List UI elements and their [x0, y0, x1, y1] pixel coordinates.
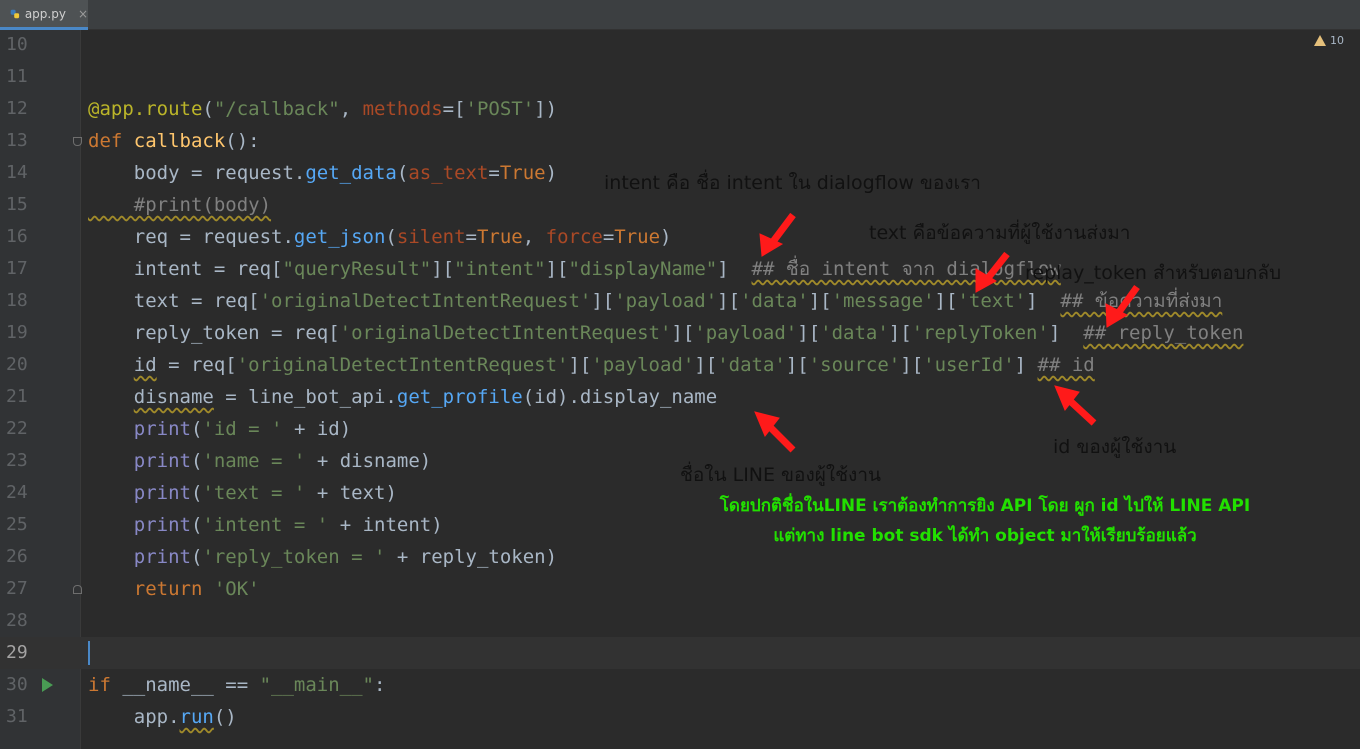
arrow-icon: [1105, 284, 1140, 328]
arrow-icon: [754, 411, 796, 453]
annotation-arrows: [754, 212, 1140, 453]
arrow-icon: [759, 212, 796, 257]
arrow-icon: [975, 251, 1010, 293]
arrow-icon: [1054, 385, 1097, 426]
